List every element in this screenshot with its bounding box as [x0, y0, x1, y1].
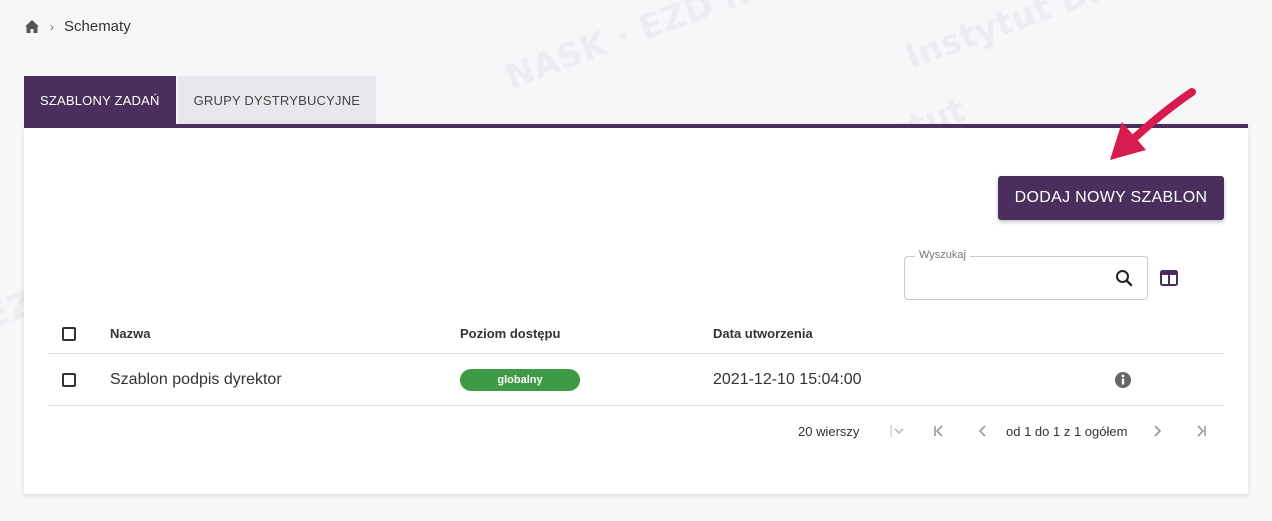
- chevron-down-icon[interactable]: [890, 422, 908, 440]
- tab-szablony-zadan[interactable]: SZABLONY ZADAŃ: [24, 76, 176, 124]
- tab-grupy-dystrybucyjne[interactable]: GRUPY DYSTRYBUCYJNE: [177, 76, 377, 124]
- search-field[interactable]: Wyszukaj: [904, 249, 1148, 300]
- tab-bar: SZABLONY ZADAŃ GRUPY DYSTRYBUCYJNE: [24, 76, 377, 124]
- column-header-access-level[interactable]: Poziom dostępu: [460, 326, 560, 341]
- table-header: Nazwa Poziom dostępu Data utworzenia: [48, 314, 1224, 354]
- prev-page-icon[interactable]: [974, 422, 992, 440]
- add-template-button[interactable]: DODAJ NOWY SZABLON: [998, 176, 1224, 220]
- pagination: 20 wierszy od 1 do 1 z 1 ogółem: [48, 422, 1224, 446]
- column-header-created[interactable]: Data utworzenia: [713, 326, 813, 341]
- page-range: od 1 do 1 z 1 ogółem: [1006, 424, 1128, 439]
- row-access-level: globalny: [460, 368, 580, 391]
- search-input[interactable]: [915, 267, 1105, 289]
- row-name: Szablon podpis dyrektor: [110, 370, 282, 388]
- first-page-icon[interactable]: [930, 422, 948, 440]
- search-icon[interactable]: [1115, 269, 1133, 287]
- info-icon[interactable]: [1114, 371, 1132, 389]
- chevron-right-icon: ›: [50, 19, 54, 34]
- columns-icon[interactable]: [1160, 270, 1178, 286]
- access-level-badge: globalny: [460, 368, 580, 391]
- row-created: 2021-12-10 15:04:00: [713, 370, 862, 388]
- column-header-name[interactable]: Nazwa: [110, 326, 150, 341]
- row-checkbox[interactable]: [62, 372, 76, 387]
- content-panel: DODAJ NOWY SZABLON Wyszukaj Nazwa Poziom…: [24, 88, 1248, 494]
- last-page-icon[interactable]: [1192, 422, 1210, 440]
- table-row[interactable]: Szablon podpis dyrektor globalny 2021-12…: [48, 354, 1224, 406]
- rows-per-page[interactable]: 20 wierszy: [798, 424, 859, 439]
- next-page-icon[interactable]: [1148, 422, 1166, 440]
- breadcrumb-current: Schematy: [64, 18, 131, 35]
- select-all-checkbox[interactable]: [62, 326, 76, 341]
- annotation-arrow-icon: [1110, 88, 1196, 160]
- templates-table: Nazwa Poziom dostępu Data utworzenia Sza…: [48, 314, 1224, 406]
- home-icon[interactable]: [24, 19, 40, 35]
- breadcrumb: › Schematy: [24, 18, 131, 35]
- search-label: Wyszukaj: [915, 249, 970, 261]
